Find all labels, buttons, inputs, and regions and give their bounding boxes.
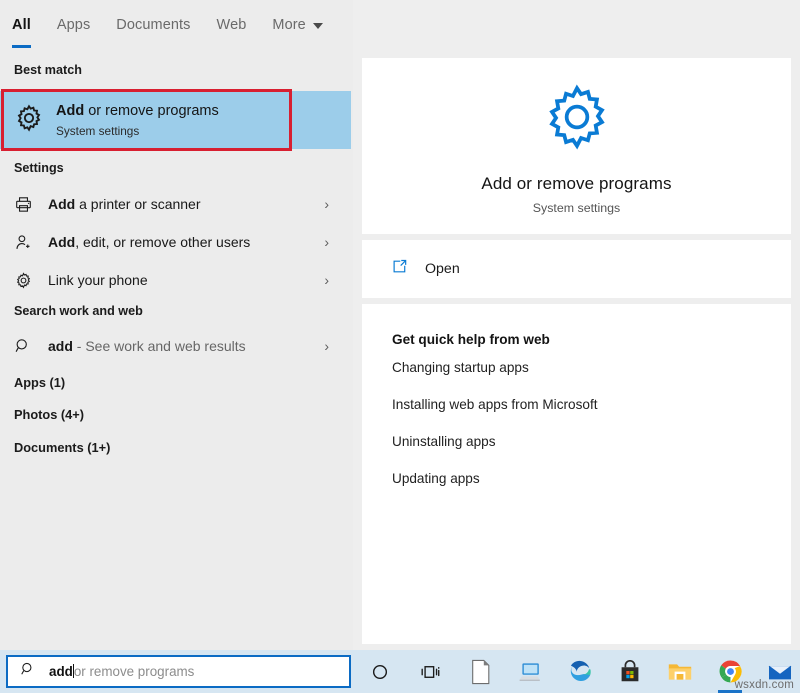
file-explorer-icon[interactable] <box>665 654 695 690</box>
watermark-text: wsxdn.com <box>734 679 794 691</box>
web-search-label: add - See work and web results <box>48 338 246 354</box>
best-match-title-rest: or remove programs <box>84 103 219 120</box>
settings-item-manage-users[interactable]: Add, edit, or remove other users › <box>0 223 353 261</box>
chevron-right-icon: › <box>324 196 329 212</box>
chevron-right-icon: › <box>324 272 329 288</box>
settings-item-1-bold: Add <box>48 234 76 250</box>
best-match-texts: Add or remove programs System settings <box>56 102 219 138</box>
preview-card: Add or remove programs System settings <box>362 58 791 234</box>
help-link-changing-startup-apps[interactable]: Changing startup apps <box>362 351 791 384</box>
gear-icon-large <box>541 81 613 158</box>
best-match-heading: Best match <box>14 63 82 77</box>
preview-panel: Add or remove programs System settings O… <box>353 0 800 650</box>
quick-help-card: Get quick help from web Changing startup… <box>362 304 791 644</box>
settings-item-add-printer[interactable]: Add a printer or scanner › <box>0 185 353 223</box>
tab-web[interactable]: Web <box>217 0 247 50</box>
gear-small-icon <box>14 271 48 290</box>
tab-documents[interactable]: Documents <box>116 0 190 50</box>
gear-icon <box>14 103 50 138</box>
web-search-suffix: - See work and web results <box>72 338 246 354</box>
open-label: Open <box>425 261 460 277</box>
remote-desktop-icon[interactable] <box>515 654 545 690</box>
open-action-card[interactable]: Open <box>362 240 791 298</box>
count-heading-photos[interactable]: Photos (4+) <box>0 407 84 422</box>
search-results-panel: All Apps Documents Web More Best match A… <box>0 0 353 650</box>
settings-item-add-printer-label: Add a printer or scanner <box>48 196 201 212</box>
document-icon[interactable] <box>465 654 495 690</box>
tab-all[interactable]: All <box>12 0 31 50</box>
tab-documents-label: Documents <box>116 17 191 33</box>
help-link-installing-web-apps[interactable]: Installing web apps from Microsoft <box>362 388 791 421</box>
search-typed-text: add <box>49 664 73 679</box>
taskbar-search-input[interactable]: addor remove programs <box>6 655 351 688</box>
cortana-icon[interactable] <box>365 654 395 690</box>
search-text: addor remove programs <box>49 664 194 679</box>
search-web-heading: Search work and web <box>14 304 143 318</box>
settings-item-0-bold: Add <box>48 196 76 212</box>
settings-item-0-rest: a printer or scanner <box>75 196 201 212</box>
best-match-title-bold: Add <box>56 103 85 120</box>
tab-apps[interactable]: Apps <box>57 0 90 50</box>
tab-more[interactable]: More <box>272 0 323 50</box>
open-external-icon <box>390 257 409 281</box>
tab-web-label: Web <box>216 17 247 33</box>
tab-apps-label: Apps <box>56 17 91 33</box>
count-heading-documents[interactable]: Documents (1+) <box>0 440 110 455</box>
settings-list: Add a printer or scanner › Add, edit, or… <box>0 185 353 299</box>
printer-icon <box>14 195 48 214</box>
chevron-down-icon <box>312 23 323 29</box>
chevron-right-icon: › <box>324 234 329 250</box>
settings-item-manage-users-label: Add, edit, or remove other users <box>48 234 250 250</box>
chevron-right-icon: › <box>324 338 329 354</box>
quick-help-title: Get quick help from web <box>392 332 550 347</box>
search-suggestion-text: or remove programs <box>73 664 195 679</box>
help-link-updating-apps[interactable]: Updating apps <box>362 462 791 495</box>
filter-tabbar: All Apps Documents Web More <box>0 0 353 50</box>
settings-item-link-phone-label: Link your phone <box>48 272 148 288</box>
tab-all-label: All <box>12 17 31 33</box>
best-match-subtitle: System settings <box>56 123 140 138</box>
web-search-query: add <box>48 338 73 354</box>
search-icon <box>14 337 48 355</box>
count-heading-apps[interactable]: Apps (1) <box>0 375 65 390</box>
task-view-icon[interactable] <box>415 654 445 690</box>
add-user-icon <box>14 233 48 252</box>
preview-title: Add or remove programs <box>481 174 672 193</box>
search-flyout: All Apps Documents Web More Best match A… <box>0 0 800 693</box>
tab-more-label: More <box>272 17 306 33</box>
settings-item-link-phone[interactable]: Link your phone › <box>0 261 353 299</box>
edge-icon[interactable] <box>565 654 595 690</box>
settings-item-2-rest: Link your phone <box>48 272 148 288</box>
preview-subtitle: System settings <box>532 201 621 215</box>
taskbar: addor remove programs wsxdn.com <box>0 650 800 693</box>
best-match-result[interactable]: Add or remove programs System settings <box>0 91 351 149</box>
help-link-uninstalling-apps[interactable]: Uninstalling apps <box>362 425 791 458</box>
best-match-title: Add or remove programs <box>56 102 219 122</box>
taskbar-buttons <box>365 654 795 693</box>
settings-item-1-rest: , edit, or remove other users <box>75 234 251 250</box>
microsoft-store-icon[interactable] <box>615 654 645 690</box>
settings-heading: Settings <box>14 161 64 175</box>
web-search-result[interactable]: add - See work and web results › <box>0 327 353 365</box>
search-icon <box>20 661 36 682</box>
